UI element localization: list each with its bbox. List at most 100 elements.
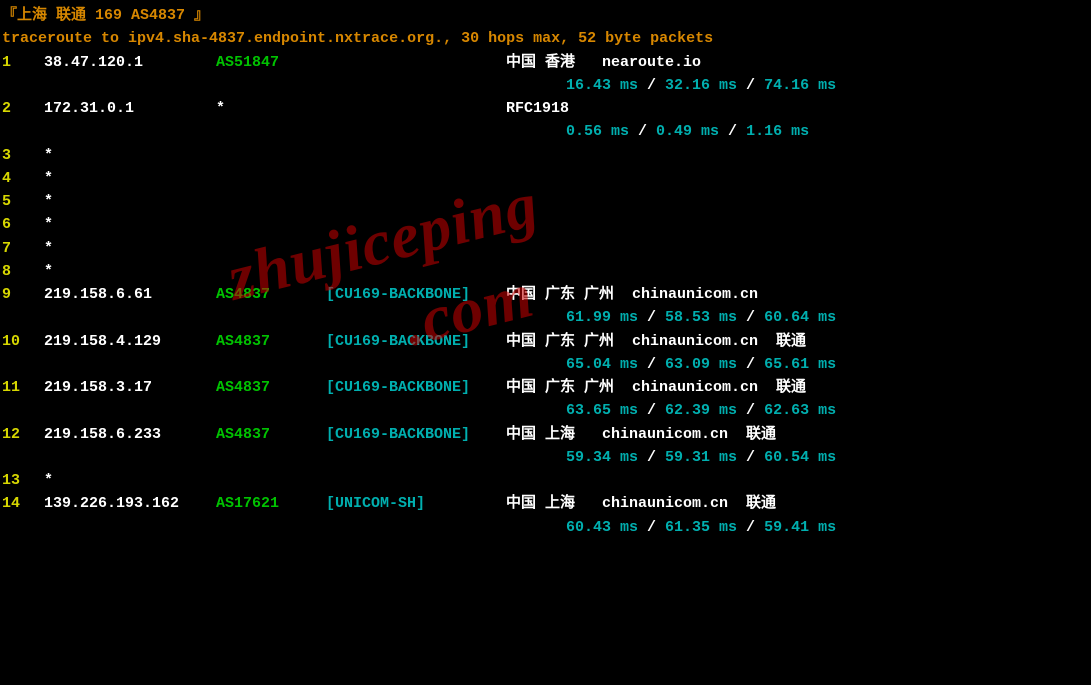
- latency-separator: /: [737, 516, 764, 539]
- hop-latency: 60.43 ms: [566, 516, 638, 539]
- hop-backbone: [CU169-BACKBONE]: [326, 376, 506, 399]
- latency-separator: /: [737, 306, 764, 329]
- latency-separator: /: [638, 399, 665, 422]
- hop-number: 11: [2, 376, 44, 399]
- latency-separator: /: [638, 446, 665, 469]
- hop-latency: 0.56 ms: [566, 120, 629, 143]
- hop-latency: 0.49 ms: [656, 120, 719, 143]
- hop-main-line: 12219.158.6.233AS4837[CU169-BACKBONE]中国 …: [2, 423, 1089, 446]
- hop-backbone: [UNICOM-SH]: [326, 492, 506, 515]
- hop-latency: 60.54 ms: [764, 446, 836, 469]
- hop-number: 12: [2, 423, 44, 446]
- hop-main-line: 138.47.120.1AS51847中国 香港 nearoute.io: [2, 51, 1089, 74]
- hop-main-line: 6*: [2, 213, 1089, 236]
- hop-geo: 中国 广东 广州 chinaunicom.cn 联通: [506, 330, 806, 353]
- hop-latency: 61.35 ms: [665, 516, 737, 539]
- hop-ip: *: [44, 237, 216, 260]
- hop-number: 4: [2, 167, 44, 190]
- hop-latency-line: 16.43 ms / 32.16 ms / 74.16 ms: [2, 74, 1089, 97]
- hop-main-line: 5*: [2, 190, 1089, 213]
- hop-backbone: [CU169-BACKBONE]: [326, 283, 506, 306]
- hop-latency-pad: [2, 120, 566, 143]
- hop-ip: 219.158.6.233: [44, 423, 216, 446]
- hop-number: 2: [2, 97, 44, 120]
- hop-asn: AS4837: [216, 423, 326, 446]
- traceroute-info: traceroute to ipv4.sha-4837.endpoint.nxt…: [2, 27, 1089, 50]
- hop-latency-line: 63.65 ms / 62.39 ms / 62.63 ms: [2, 399, 1089, 422]
- hop-ip: 219.158.4.129: [44, 330, 216, 353]
- hop-ip: 172.31.0.1: [44, 97, 216, 120]
- hop-number: 8: [2, 260, 44, 283]
- hop-latency: 59.31 ms: [665, 446, 737, 469]
- hop-latency: 65.04 ms: [566, 353, 638, 376]
- header-title: 『上海 联通 169 AS4837 』: [2, 4, 1089, 27]
- hop-number: 3: [2, 144, 44, 167]
- hop-latency-line: 0.56 ms / 0.49 ms / 1.16 ms: [2, 120, 1089, 143]
- hop-asn: AS4837: [216, 330, 326, 353]
- hop-latency: 62.63 ms: [764, 399, 836, 422]
- hop-main-line: 9219.158.6.61AS4837[CU169-BACKBONE]中国 广东…: [2, 283, 1089, 306]
- hop-row: 3*: [2, 144, 1089, 167]
- hop-ip: *: [44, 260, 216, 283]
- hop-geo: 中国 香港 nearoute.io: [506, 51, 701, 74]
- hop-row: 13*: [2, 469, 1089, 492]
- hop-asn: *: [216, 97, 326, 120]
- hop-latency-line: 65.04 ms / 63.09 ms / 65.61 ms: [2, 353, 1089, 376]
- hop-latency-pad: [2, 353, 566, 376]
- latency-separator: /: [737, 399, 764, 422]
- hop-ip: 38.47.120.1: [44, 51, 216, 74]
- hop-latency-pad: [2, 399, 566, 422]
- hop-latency: 63.09 ms: [665, 353, 737, 376]
- hop-row: 5*: [2, 190, 1089, 213]
- hop-main-line: 8*: [2, 260, 1089, 283]
- hop-row: 4*: [2, 167, 1089, 190]
- hop-geo: RFC1918: [506, 97, 569, 120]
- hop-row: 7*: [2, 237, 1089, 260]
- hop-row: 10219.158.4.129AS4837[CU169-BACKBONE]中国 …: [2, 330, 1089, 377]
- hop-latency-line: 59.34 ms / 59.31 ms / 60.54 ms: [2, 446, 1089, 469]
- hop-latency: 16.43 ms: [566, 74, 638, 97]
- hop-backbone: [326, 97, 506, 120]
- hop-latency: 32.16 ms: [665, 74, 737, 97]
- hop-row: 138.47.120.1AS51847中国 香港 nearoute.io16.4…: [2, 51, 1089, 98]
- hop-row: 9219.158.6.61AS4837[CU169-BACKBONE]中国 广东…: [2, 283, 1089, 330]
- hop-latency-line: 61.99 ms / 58.53 ms / 60.64 ms: [2, 306, 1089, 329]
- hop-main-line: 10219.158.4.129AS4837[CU169-BACKBONE]中国 …: [2, 330, 1089, 353]
- latency-separator: /: [737, 446, 764, 469]
- hop-ip: 139.226.193.162: [44, 492, 216, 515]
- hop-number: 6: [2, 213, 44, 236]
- latency-separator: /: [638, 516, 665, 539]
- hop-main-line: 7*: [2, 237, 1089, 260]
- hop-backbone: [CU169-BACKBONE]: [326, 423, 506, 446]
- hop-latency-pad: [2, 74, 566, 97]
- hop-backbone: [326, 51, 506, 74]
- hop-latency: 58.53 ms: [665, 306, 737, 329]
- hop-main-line: 4*: [2, 167, 1089, 190]
- hop-number: 5: [2, 190, 44, 213]
- hop-row: 8*: [2, 260, 1089, 283]
- hop-row: 6*: [2, 213, 1089, 236]
- hop-number: 14: [2, 492, 44, 515]
- hop-main-line: 3*: [2, 144, 1089, 167]
- latency-separator: /: [638, 353, 665, 376]
- hop-row: 11219.158.3.17AS4837[CU169-BACKBONE]中国 广…: [2, 376, 1089, 423]
- hop-geo: 中国 上海 chinaunicom.cn 联通: [506, 492, 776, 515]
- hop-asn: AS17621: [216, 492, 326, 515]
- hop-main-line: 11219.158.3.17AS4837[CU169-BACKBONE]中国 广…: [2, 376, 1089, 399]
- latency-separator: /: [638, 306, 665, 329]
- hop-asn: AS4837: [216, 283, 326, 306]
- hop-main-line: 14139.226.193.162AS17621[UNICOM-SH]中国 上海…: [2, 492, 1089, 515]
- hop-latency-pad: [2, 306, 566, 329]
- hop-latency: 74.16 ms: [764, 74, 836, 97]
- hop-latency: 60.64 ms: [764, 306, 836, 329]
- hop-list: 138.47.120.1AS51847中国 香港 nearoute.io16.4…: [2, 51, 1089, 539]
- hop-asn: AS51847: [216, 51, 326, 74]
- latency-separator: /: [737, 74, 764, 97]
- hop-row: 14139.226.193.162AS17621[UNICOM-SH]中国 上海…: [2, 492, 1089, 539]
- hop-latency: 62.39 ms: [665, 399, 737, 422]
- hop-geo: 中国 上海 chinaunicom.cn 联通: [506, 423, 776, 446]
- hop-number: 9: [2, 283, 44, 306]
- hop-main-line: 2172.31.0.1* RFC1918: [2, 97, 1089, 120]
- latency-separator: /: [638, 74, 665, 97]
- hop-number: 13: [2, 469, 44, 492]
